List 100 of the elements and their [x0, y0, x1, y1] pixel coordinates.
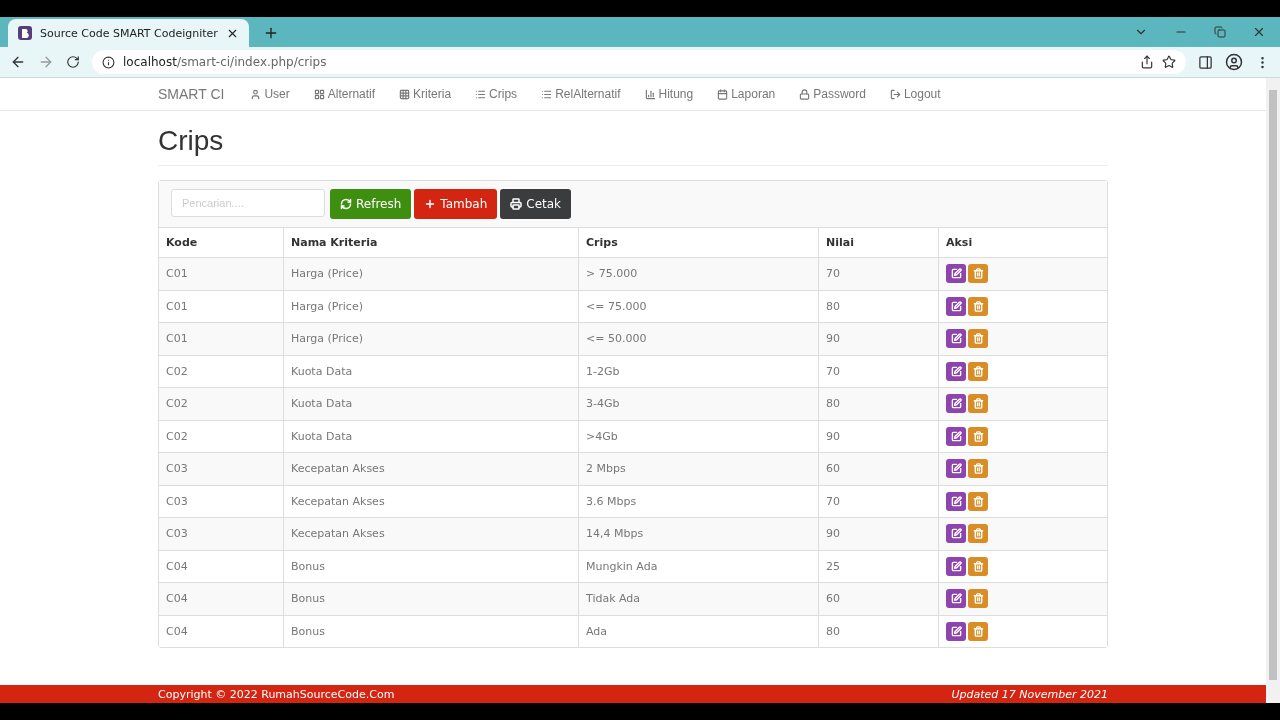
nav-link[interactable]: Hitung [644, 87, 694, 101]
calendar-icon [717, 88, 729, 100]
table-cell: C04 [159, 582, 284, 615]
nav-link[interactable]: Password [799, 87, 866, 101]
table-cell: C04 [159, 550, 284, 583]
reload-icon[interactable] [66, 55, 80, 69]
page-title: Crips [158, 125, 1108, 166]
delete-button[interactable] [968, 589, 988, 609]
table-cell: C03 [159, 485, 284, 518]
nav-link[interactable]: User [250, 87, 290, 101]
edit-icon [950, 495, 962, 507]
brand-link[interactable]: SMART CI [158, 86, 225, 102]
updated-text: Updated 17 November 2021 [951, 687, 1108, 701]
address-bar[interactable]: localhost/smart-ci/index.php/crips [92, 50, 1186, 74]
edit-button[interactable] [946, 329, 966, 349]
delete-button[interactable] [968, 459, 988, 479]
table-cell: C02 [159, 420, 284, 453]
trash-icon [972, 398, 984, 410]
scrollbar[interactable] [1269, 90, 1277, 680]
grid-icon [313, 88, 325, 100]
print-button[interactable]: Cetak [500, 189, 572, 219]
nav-link[interactable]: Logout [889, 87, 941, 101]
nav-link[interactable]: Laporan [717, 87, 776, 101]
bar-chart-icon [644, 88, 656, 100]
restore-icon[interactable] [1214, 26, 1226, 38]
site-icon [18, 26, 32, 40]
trash-icon [972, 430, 984, 442]
trash-icon [972, 625, 984, 637]
delete-button[interactable] [968, 556, 988, 576]
column-header: Kode [159, 228, 284, 258]
trash-icon [972, 300, 984, 312]
side-panel-icon[interactable] [1198, 54, 1213, 70]
nav-link[interactable]: Kriteria [399, 87, 452, 101]
delete-button[interactable] [968, 329, 988, 349]
edit-button[interactable] [946, 589, 966, 609]
refresh-icon [340, 198, 352, 210]
edit-icon [950, 528, 962, 540]
delete-button[interactable] [968, 491, 988, 511]
share-icon[interactable] [1140, 55, 1154, 69]
nav-link[interactable]: Crips [475, 87, 518, 101]
edit-button[interactable] [946, 524, 966, 544]
printer-icon [510, 198, 523, 210]
edit-button[interactable] [946, 491, 966, 511]
plus-icon [424, 198, 437, 210]
edit-icon [950, 593, 962, 605]
trash-icon [972, 365, 984, 377]
info-icon[interactable] [102, 55, 115, 69]
table-cell: C03 [159, 452, 284, 485]
edit-icon [950, 430, 962, 442]
edit-icon [950, 333, 962, 345]
edit-button[interactable] [946, 394, 966, 414]
edit-button[interactable] [946, 361, 966, 381]
edit-button[interactable] [946, 621, 966, 641]
grid-icon [399, 88, 411, 100]
delete-button[interactable] [968, 264, 988, 284]
edit-icon [950, 268, 962, 280]
table-cell: C01 [159, 322, 284, 355]
browser-tab[interactable]: Source Code SMART Codeigniter [8, 19, 249, 47]
trash-icon [972, 560, 984, 572]
edit-icon [950, 625, 962, 637]
edit-icon [950, 463, 962, 475]
url-text: localhost/smart-ci/index.php/crips [123, 55, 327, 69]
back-icon[interactable] [10, 54, 26, 70]
delete-button[interactable] [968, 394, 988, 414]
add-button[interactable]: Tambah [414, 189, 498, 219]
table-cell: C02 [159, 387, 284, 420]
refresh-button[interactable]: Refresh [330, 189, 412, 219]
edit-button[interactable] [946, 264, 966, 284]
delete-button[interactable] [968, 426, 988, 446]
edit-icon [950, 560, 962, 572]
profile-icon[interactable] [1225, 53, 1243, 71]
trash-icon [972, 463, 984, 475]
trash-icon [972, 333, 984, 345]
table-cell: C04 [159, 615, 284, 647]
table-cell: C01 [159, 290, 284, 323]
tab-title: Source Code SMART Codeigniter [40, 26, 218, 40]
table-cell: Bonus [283, 615, 579, 647]
trash-icon [972, 495, 984, 507]
nav-link[interactable]: RelAlternatif [541, 87, 621, 101]
list-icon [475, 88, 487, 100]
edit-button[interactable] [946, 556, 966, 576]
delete-button[interactable] [968, 621, 988, 641]
list-icon [541, 88, 553, 100]
nav-link[interactable]: Alternatif [313, 87, 376, 101]
table-cell: C03 [159, 517, 284, 550]
bookmark-icon[interactable] [1162, 55, 1176, 69]
edit-icon [950, 398, 962, 410]
trash-icon [972, 268, 984, 280]
user-icon [250, 88, 262, 100]
delete-button[interactable] [968, 524, 988, 544]
delete-button[interactable] [968, 296, 988, 316]
edit-button[interactable] [946, 459, 966, 479]
edit-icon [950, 300, 962, 312]
edit-button[interactable] [946, 296, 966, 316]
edit-button[interactable] [946, 426, 966, 446]
delete-button[interactable] [968, 361, 988, 381]
table-cell: C01 [159, 257, 284, 290]
table-cell: 80 [818, 615, 939, 647]
trash-icon [972, 593, 984, 605]
lock-icon [799, 88, 811, 100]
